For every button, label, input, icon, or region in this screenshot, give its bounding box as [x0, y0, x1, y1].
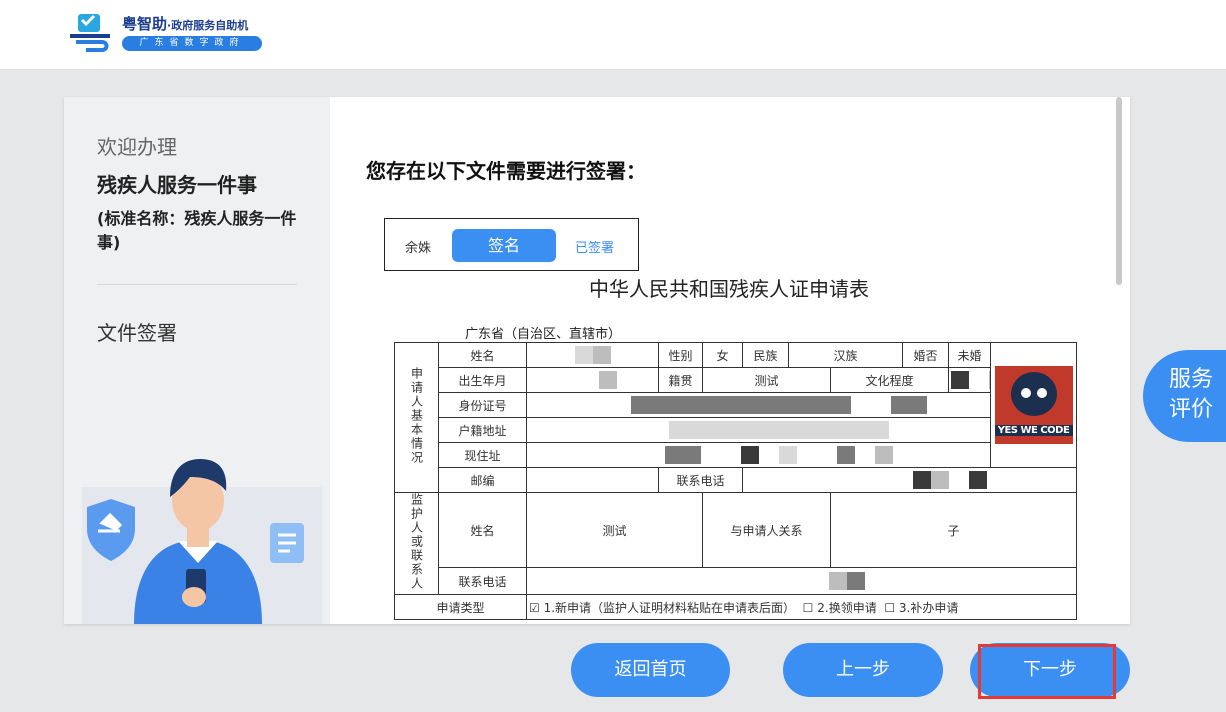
yuezhizhu-logo-icon: [70, 14, 110, 52]
sign-heading: 您存在以下文件需要进行签署：: [366, 159, 646, 183]
app-header: 粤智助·政府服务自助机 广东省数字政府: [0, 0, 1226, 70]
household-address-label: 户籍地址: [438, 417, 527, 443]
applicant-group-label: 申请人基本情况: [394, 342, 439, 493]
next-step-button[interactable]: 下一步: [970, 643, 1130, 697]
marital-label: 婚否: [902, 342, 950, 368]
education-label: 文化程度: [829, 367, 950, 393]
eval-line-1: 服务: [1169, 367, 1214, 392]
home-button[interactable]: 返回首页: [571, 643, 730, 697]
current-address-value: [525, 442, 992, 468]
scrollbar-thumb[interactable]: [1116, 97, 1122, 285]
relation-label: 与申请人关系: [702, 491, 831, 569]
name-label: 姓名: [438, 342, 527, 368]
guardian-phone-label: 联系电话: [438, 567, 527, 595]
contact-phone-label: 联系电话: [658, 467, 743, 493]
apply-renew-option[interactable]: ☐ 2.换领申请: [803, 601, 877, 615]
gender-value: 女: [702, 342, 743, 368]
photo-cell: YES WE CODE: [990, 342, 1078, 468]
divider: [97, 284, 297, 285]
service-evaluation-button[interactable]: 服务 评价: [1143, 350, 1226, 442]
previous-step-button[interactable]: 上一步: [783, 643, 943, 697]
signer-name: 余姝: [405, 241, 432, 256]
apply-new-option[interactable]: ☑ 1.新申请（监护人证明材料粘贴在申请表后面）: [529, 601, 795, 615]
document-content: 您存在以下文件需要进行签署： 余姝 签名 已签署 中华人民共和国残疾人证申请表 …: [330, 97, 1122, 624]
relation-value: 子: [829, 491, 1078, 569]
scrollbar[interactable]: [1114, 97, 1122, 624]
birth-value: [526, 367, 659, 393]
apply-reissue-option[interactable]: ☐ 3.补办申请: [884, 601, 958, 615]
guardian-name-label: 姓名: [438, 491, 527, 569]
main-card: 欢迎办理 残疾人服务一件事 (标准名称：残疾人服务一件事) 文件签署 您存在以下…: [64, 97, 1130, 624]
octocat-face-icon: [1010, 372, 1057, 416]
applicant-photo: YES WE CODE: [994, 366, 1073, 444]
apply-type-options: ☑ 1.新申请（监护人证明材料粘贴在申请表后面） ☐ 2.换领申请 ☐ 3.补办…: [525, 594, 1078, 620]
guardian-group-label: 监护人或联系人: [394, 492, 439, 595]
marital-value: 未婚: [948, 342, 992, 368]
gender-label: 性别: [658, 342, 703, 368]
birth-label: 出生年月: [438, 367, 527, 393]
apply-type-label: 申请类型: [394, 594, 527, 620]
current-step-label: 文件签署: [97, 321, 177, 345]
form-region: 广东省（自治区、直辖市）: [465, 327, 622, 342]
welcome-text: 欢迎办理: [97, 135, 177, 159]
ethnicity-value: 汉族: [787, 342, 904, 368]
current-address-label: 现住址: [438, 442, 527, 468]
officer-illustration-icon: [82, 459, 322, 624]
contact-phone-value: [741, 467, 1078, 493]
postcode-value: [526, 467, 659, 493]
brand-pill: 广东省数字政府: [122, 36, 262, 51]
native-place-value: 测试: [702, 367, 831, 393]
left-panel: 欢迎办理 残疾人服务一件事 (标准名称：残疾人服务一件事) 文件签署: [64, 97, 330, 624]
native-place-label: 籍贯: [658, 367, 703, 393]
id-number-label: 身份证号: [438, 392, 527, 418]
brand-name: 粤智助: [122, 15, 168, 33]
brand-subtitle: ·政府服务自助机: [167, 19, 249, 32]
eval-line-2: 评价: [1169, 397, 1214, 422]
guardian-phone-value: [525, 567, 1078, 595]
ethnicity-label: 民族: [742, 342, 789, 368]
id-number-value: [525, 392, 992, 418]
name-value: [526, 342, 659, 368]
standard-name: (标准名称：残疾人服务一件事): [97, 209, 297, 252]
signature-box: 余姝 签名 已签署: [384, 218, 639, 271]
household-address-value: [525, 417, 992, 443]
form-title: 中华人民共和国残疾人证申请表: [589, 277, 869, 301]
education-value: [948, 367, 992, 393]
guardian-name-value: 测试: [526, 491, 703, 569]
postcode-label: 邮编: [438, 467, 527, 493]
service-name: 残疾人服务一件事: [97, 173, 257, 197]
application-form-table: 申请人基本情况 姓名 性别 女 民族 汉族 婚否 未婚 YES WE CODE …: [394, 342, 1078, 620]
sign-button[interactable]: 签名: [452, 229, 556, 262]
signed-status[interactable]: 已签署: [575, 237, 614, 256]
photo-banner: YES WE CODE: [994, 425, 1073, 436]
brand-title: 粤智助·政府服务自助机: [122, 13, 248, 34]
